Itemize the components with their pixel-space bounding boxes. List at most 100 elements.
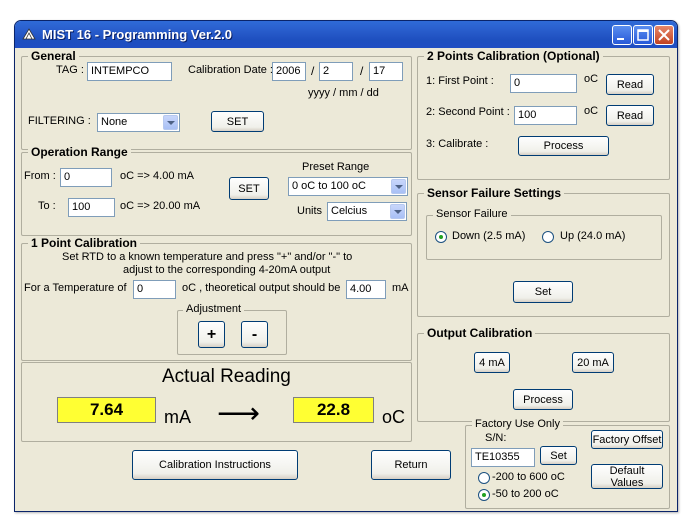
instruction-line-2: adjust to the corresponding 4-20mA outpu… (123, 264, 331, 276)
filtering-select[interactable]: None (97, 113, 180, 132)
output-4ma-button[interactable]: 4 mA (474, 352, 510, 373)
range-2-radio[interactable] (478, 489, 490, 501)
two-point-calibration-legend: 2 Points Calibration (Optional) (424, 49, 603, 63)
two-point-process-button[interactable]: Process (518, 136, 609, 156)
serial-number-input[interactable]: TE10355 (471, 448, 535, 467)
tag-input[interactable]: INTEMPCO (87, 62, 172, 81)
calibrate-label: 3: Calibrate : (426, 138, 489, 150)
app-window: MIST 16 - Programming Ver.2.0 General TA… (14, 20, 678, 512)
filtering-value: None (101, 116, 128, 128)
ma-reading-unit: mA (164, 407, 191, 427)
range-set-button[interactable]: SET (229, 177, 269, 200)
ma-reading-display: 7.64 (57, 397, 156, 423)
down-label[interactable]: Down (2.5 mA) (452, 230, 525, 242)
down-radio[interactable] (435, 231, 447, 243)
temperature-input[interactable]: 0 (133, 280, 176, 299)
from-label: From : (24, 170, 56, 182)
general-legend: General (28, 49, 79, 63)
first-point-unit: oC (584, 73, 599, 85)
close-icon (658, 29, 670, 41)
close-button[interactable] (654, 25, 674, 45)
factory-offset-button[interactable]: Factory Offset (591, 430, 663, 449)
sensor-failure-set-button[interactable]: Set (513, 281, 573, 303)
calibration-date-label: Calibration Date : (188, 64, 273, 76)
date-separator: / (311, 64, 315, 78)
app-logo-icon (22, 28, 36, 40)
output-calibration-group: Output Calibration 4 mA 20 mA Process (417, 326, 670, 422)
preset-range-select[interactable]: 0 oC to 100 oC (288, 177, 408, 196)
operation-range-group: Operation Range From : 0 oC => 4.00 mA T… (21, 145, 412, 236)
actual-reading-panel: Actual Reading 7.64 mA ⟶ 22.8 oC (21, 362, 412, 442)
return-button[interactable]: Return (371, 450, 451, 480)
serial-number-label: S/N: (485, 432, 507, 444)
instruction-line-1: Set RTD to a known temperature and press… (62, 251, 353, 263)
first-point-label: 1: First Point : (426, 75, 494, 87)
output-process-button[interactable]: Process (513, 389, 573, 410)
filtering-label: FILTERING : (28, 115, 91, 127)
maximize-button[interactable] (633, 25, 653, 45)
tag-label: TAG : (56, 64, 84, 76)
up-label[interactable]: Up (24.0 mA) (560, 230, 625, 242)
actual-reading-title: Actual Reading (162, 366, 291, 387)
read-second-point-button[interactable]: Read (606, 105, 654, 126)
to-label: To : (38, 200, 56, 212)
from-unit: oC => 4.00 mA (120, 170, 194, 182)
date-year-input[interactable]: 2006 (272, 62, 306, 81)
factory-use-legend: Factory Use Only (472, 418, 563, 430)
units-label: Units (297, 205, 323, 217)
second-point-unit: oC (584, 105, 599, 117)
output-unit: mA (392, 282, 409, 294)
up-radio[interactable] (542, 231, 554, 243)
date-separator: / (360, 64, 364, 78)
preset-range-label: Preset Range (302, 161, 370, 173)
sensor-failure-inner-group: Sensor Failure Down (2.5 mA) Up (24.0 mA… (426, 208, 662, 260)
chevron-down-icon[interactable] (163, 115, 178, 130)
range-1-radio[interactable] (478, 472, 490, 484)
serial-set-button[interactable]: Set (540, 446, 577, 465)
preset-range-value: 0 oC to 100 oC (292, 180, 366, 192)
arrow-right-icon: ⟶ (217, 397, 261, 430)
factory-use-group: Factory Use Only S/N: TE10355 Set -200 t… (465, 418, 670, 509)
date-month-input[interactable]: 2 (319, 62, 353, 81)
title-bar[interactable]: MIST 16 - Programming Ver.2.0 (15, 21, 677, 48)
decrease-button[interactable]: - (241, 321, 268, 348)
sensor-failure-inner-legend: Sensor Failure (433, 208, 511, 220)
two-point-calibration-group: 2 Points Calibration (Optional) 1: First… (417, 49, 670, 180)
first-point-input[interactable]: 0 (510, 74, 577, 93)
second-point-input[interactable]: 100 (514, 106, 577, 125)
sensor-failure-legend: Sensor Failure Settings (424, 186, 565, 200)
range-1-label[interactable]: -200 to 600 oC (492, 471, 565, 483)
chevron-down-icon[interactable] (391, 179, 406, 194)
output-input[interactable]: 4.00 (346, 280, 386, 299)
adjustment-legend: Adjustment (183, 303, 245, 315)
adjustment-group: Adjustment + - (177, 303, 287, 355)
sensor-failure-group: Sensor Failure Settings Sensor Failure D… (417, 186, 670, 317)
oc-reading-unit: oC (382, 407, 406, 427)
minimize-button[interactable] (612, 25, 632, 45)
from-input[interactable]: 0 (60, 168, 112, 187)
theoretical-output-label: oC , theoretical output should be (182, 282, 341, 294)
increase-button[interactable]: + (198, 321, 225, 348)
to-input[interactable]: 100 (68, 198, 115, 217)
window-title: MIST 16 - Programming Ver.2.0 (42, 27, 233, 42)
calibration-instructions-button[interactable]: Calibration Instructions (132, 450, 298, 480)
units-value: Celcius (331, 205, 368, 217)
date-day-input[interactable]: 17 (369, 62, 403, 81)
output-calibration-legend: Output Calibration (424, 326, 536, 340)
for-temperature-label: For a Temperature of (24, 282, 127, 294)
operation-range-legend: Operation Range (28, 145, 131, 159)
output-20ma-button[interactable]: 20 mA (572, 352, 614, 373)
to-unit: oC => 20.00 mA (120, 200, 201, 212)
oc-reading-display: 22.8 (293, 397, 374, 423)
maximize-icon (637, 29, 649, 41)
second-point-label: 2: Second Point : (426, 106, 510, 118)
range-2-label[interactable]: -50 to 200 oC (492, 488, 559, 500)
minimize-icon (617, 38, 624, 40)
read-first-point-button[interactable]: Read (606, 74, 654, 95)
units-select[interactable]: Celcius (327, 202, 407, 221)
date-format-hint: yyyy / mm / dd (308, 87, 379, 99)
one-point-calibration-legend: 1 Point Calibration (28, 236, 141, 250)
default-values-button[interactable]: Default Values (591, 464, 663, 489)
general-set-button[interactable]: SET (211, 111, 264, 132)
chevron-down-icon[interactable] (390, 204, 405, 219)
